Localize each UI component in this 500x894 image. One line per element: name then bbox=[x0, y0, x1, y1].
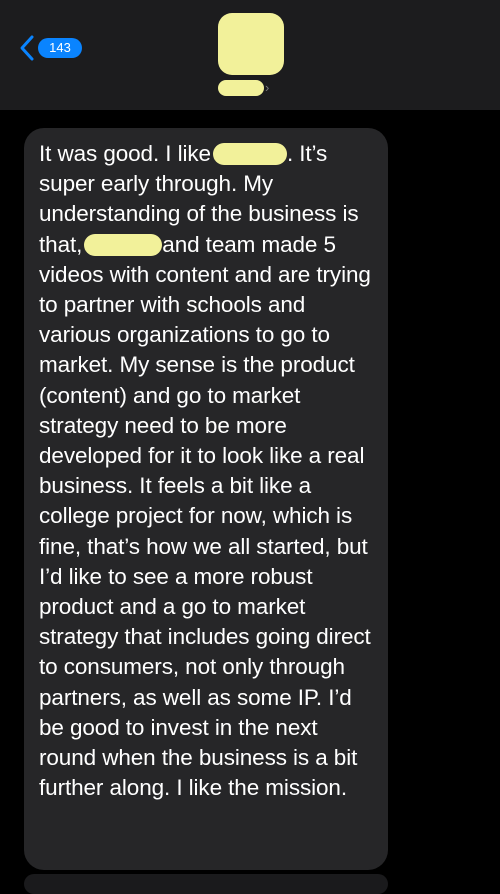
message-text-part: and team made 5 videos with content and … bbox=[39, 231, 371, 801]
message-bubble[interactable]: It was good. I like. It’s super early th… bbox=[24, 128, 388, 870]
next-message-bubble[interactable] bbox=[24, 874, 388, 894]
chevron-left-icon bbox=[20, 35, 34, 61]
chevron-right-icon[interactable]: › bbox=[265, 80, 273, 96]
redacted-name bbox=[212, 143, 287, 165]
unread-count-badge: 143 bbox=[38, 38, 82, 58]
avatar[interactable] bbox=[218, 13, 284, 75]
message-text: It was good. I like. It’s super early th… bbox=[39, 139, 374, 803]
redacted-name bbox=[84, 233, 163, 256]
contact-name[interactable] bbox=[218, 80, 264, 96]
message-text-part: It was good. I like bbox=[39, 141, 211, 166]
conversation-header: 143 › bbox=[0, 0, 500, 110]
back-button[interactable]: 143 bbox=[18, 34, 82, 62]
